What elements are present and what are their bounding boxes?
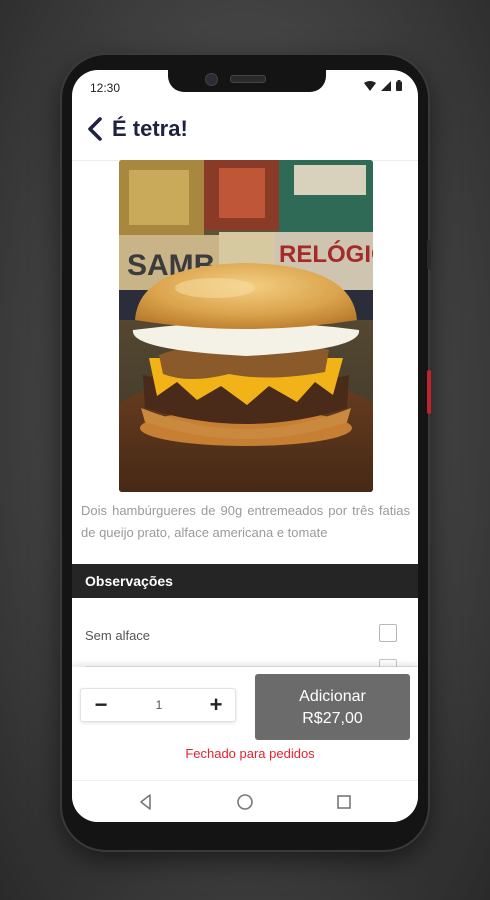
option-checkbox[interactable]	[379, 624, 397, 642]
product-image: SAMBA RELÓGIO	[119, 160, 373, 492]
burger-photo: SAMBA RELÓGIO	[119, 160, 373, 492]
product-description: Dois hambúrgueres de 90g entremeados por…	[81, 503, 410, 540]
battery-icon	[396, 80, 402, 91]
system-navigation-bar	[72, 780, 418, 822]
camera-notch	[168, 70, 326, 92]
observations-header: Observações	[72, 564, 418, 598]
quantity-stepper: − 1 +	[80, 688, 236, 722]
page-title: É tetra!	[112, 116, 188, 141]
front-camera	[205, 73, 218, 86]
add-button-label: Adicionar	[299, 688, 366, 705]
add-button-price: R$27,00	[302, 710, 363, 727]
triangle-back-icon[interactable]	[136, 792, 156, 812]
option-sem-alface[interactable]: Sem alface	[72, 618, 418, 654]
circle-home-icon[interactable]	[235, 792, 255, 812]
status-time: 12:30	[90, 81, 121, 95]
add-to-cart-button[interactable]: Adicionar R$27,00	[255, 674, 410, 740]
increase-quantity-button[interactable]: +	[205, 692, 227, 718]
order-footer: − 1 + Adicionar R$27,00 Fechado para ped…	[72, 667, 418, 779]
wifi-icon	[364, 80, 376, 91]
chevron-left-icon[interactable]	[84, 116, 108, 142]
option-checkbox-next[interactable]	[379, 659, 397, 667]
square-recents-icon[interactable]	[334, 792, 354, 812]
earpiece-speaker	[230, 75, 266, 83]
svg-text:RELÓGIO: RELÓGIO	[279, 240, 373, 268]
phone-power-button	[427, 370, 431, 414]
closed-status-message: Fechado para pedidos	[185, 746, 315, 761]
phone-screen: 12:30 É tetra! SAMBA RELÓGI Dois hambúrg…	[72, 70, 418, 822]
app-header: É tetra!	[72, 104, 418, 161]
phone-side-button	[427, 240, 431, 270]
status-icons	[364, 80, 402, 91]
signal-icon	[381, 80, 391, 91]
option-label: Sem alface	[85, 628, 151, 643]
